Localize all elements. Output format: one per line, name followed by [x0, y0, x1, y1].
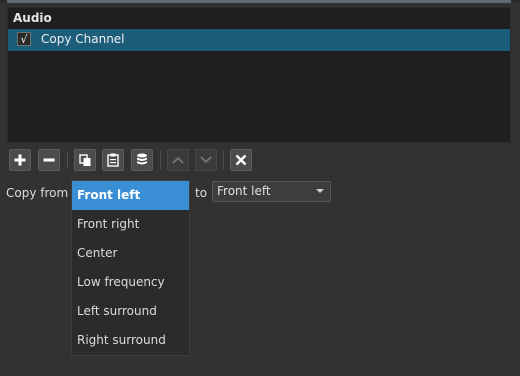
paste-icon [107, 153, 119, 167]
copy-filter-button[interactable] [74, 149, 96, 171]
database-icon [137, 153, 147, 165]
to-channel-value: Front left [217, 184, 271, 198]
option-label: Left surround [77, 304, 157, 318]
add-filter-button[interactable] [9, 149, 31, 171]
option-label: Low frequency [77, 275, 165, 289]
chevron-down-icon [200, 156, 212, 164]
filter-enabled-checkbox[interactable]: √ [17, 32, 31, 46]
dropdown-option-right-surround[interactable]: Right surround [72, 326, 189, 355]
option-label: Center [77, 246, 118, 260]
dropdown-option-center[interactable]: Center [72, 239, 189, 268]
filter-label: Copy Channel [41, 32, 125, 46]
to-channel-combo[interactable]: Front left [212, 181, 331, 202]
to-label: to [195, 186, 208, 200]
option-label: Front right [77, 217, 140, 231]
chevron-up-icon [172, 156, 184, 164]
close-filter-button[interactable] [230, 149, 252, 171]
filter-row-copy-channel[interactable]: √ Copy Channel [8, 29, 510, 51]
close-icon [235, 154, 247, 166]
top-border-accent [7, 0, 511, 3]
paste-filter-button[interactable] [102, 149, 124, 171]
move-up-button[interactable] [167, 149, 189, 171]
dropdown-option-front-left[interactable]: Front left [72, 181, 189, 210]
toolbar-separator [223, 151, 224, 169]
dropdown-option-left-surround[interactable]: Left surround [72, 297, 189, 326]
plus-icon [14, 154, 26, 166]
filter-sets-button[interactable] [131, 149, 153, 171]
toolbar-separator [67, 151, 68, 169]
remove-filter-button[interactable] [38, 149, 60, 171]
option-label: Front left [77, 188, 141, 202]
option-label: Right surround [77, 333, 166, 347]
copy-from-label: Copy from [6, 186, 69, 200]
toolbar-separator [160, 151, 161, 169]
group-header-audio: Audio [13, 11, 52, 25]
minus-icon [43, 158, 55, 162]
move-down-button[interactable] [195, 149, 217, 171]
filter-list[interactable]: Audio √ Copy Channel [7, 7, 511, 143]
copy-icon [78, 153, 90, 166]
dropdown-option-low-frequency[interactable]: Low frequency [72, 268, 189, 297]
chevron-down-icon [316, 189, 324, 193]
dropdown-option-front-right[interactable]: Front right [72, 210, 189, 239]
from-channel-dropdown[interactable]: Front left Front right Center Low freque… [71, 180, 190, 356]
